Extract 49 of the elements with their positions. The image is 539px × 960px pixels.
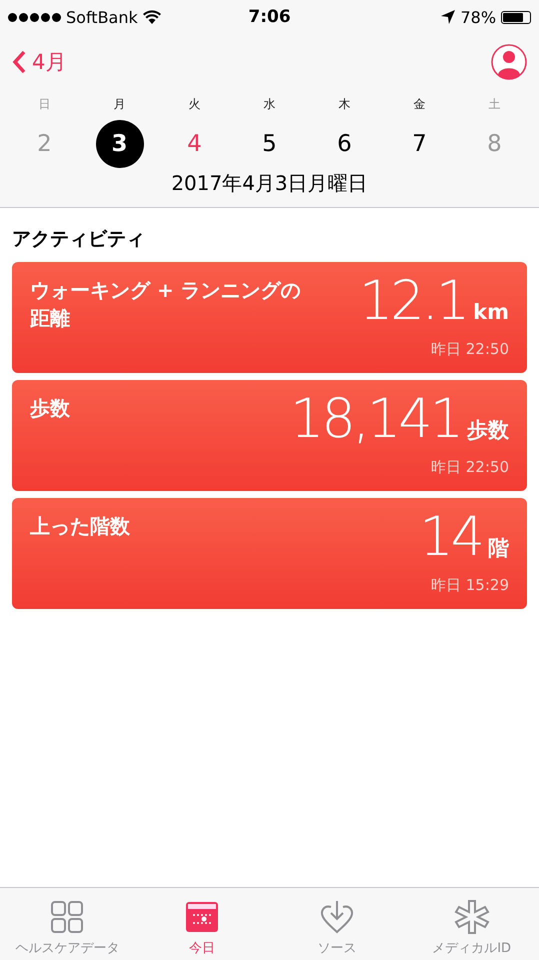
battery-percent: 78% [460,8,496,26]
card-time: 昨日 22:50 [431,340,509,359]
card-title: ウォーキング + ランニングの距離 [30,277,302,332]
weekday-label: 土 [488,96,500,113]
profile-icon[interactable] [491,44,527,80]
day-button[interactable]: 8 [470,120,518,168]
wifi-icon [142,10,161,24]
activity-card[interactable]: ウォーキング + ランニングの距離 12.1 km 昨日 22:50 [12,262,527,373]
card-title: 歩数 [30,395,70,422]
day-button[interactable]: 6 [320,120,368,168]
card-unit: km [473,300,509,324]
card-value: 18,141 [290,392,461,446]
card-time: 昨日 22:50 [431,458,509,477]
tab[interactable]: ソース [270,888,404,960]
battery-icon [501,10,532,24]
grid-icon [49,899,86,935]
card-value: 12.1 [358,274,468,328]
weekday-label: 水 [264,96,276,113]
tab[interactable]: メディカルID [404,888,539,960]
weekday-label: 月 [114,96,126,113]
day-button[interactable]: 5 [246,120,294,168]
selected-date: 2017年4月3日月曜日 [171,170,368,197]
chevron-left-icon [12,50,26,74]
signal-icon [8,12,61,22]
carrier-name: SoftBank [66,8,138,26]
weekday-label: 木 [338,96,350,113]
day-button[interactable]: 3 [96,120,144,168]
section-title: アクティビティ [12,227,145,252]
weekday-label: 金 [414,96,426,113]
asterisk-icon [454,899,490,935]
heart-download-icon [318,899,355,935]
card-unit: 歩数 [467,417,509,444]
activity-card[interactable]: 上った階数 14 階 昨日 15:29 [12,498,527,609]
weekday-label: 火 [188,96,200,113]
card-title: 上った階数 [30,513,130,540]
card-unit: 階 [488,535,509,562]
day-button[interactable]: 7 [396,120,444,168]
tab[interactable]: 今日 [134,888,270,960]
location-arrow-icon [441,10,456,24]
day-button[interactable]: 4 [170,120,218,168]
tab[interactable]: ヘルスケアデータ [0,888,135,960]
activity-card[interactable]: 歩数 18,141 歩数 昨日 22:50 [12,380,527,491]
calendar-icon [184,899,220,935]
back-button[interactable]: 4月 [12,48,66,76]
weekday-label: 日 [38,96,50,113]
clock: 7:06 [248,7,291,27]
card-value: 14 [419,510,482,564]
card-time: 昨日 15:29 [431,576,509,595]
day-button[interactable]: 2 [20,120,68,168]
